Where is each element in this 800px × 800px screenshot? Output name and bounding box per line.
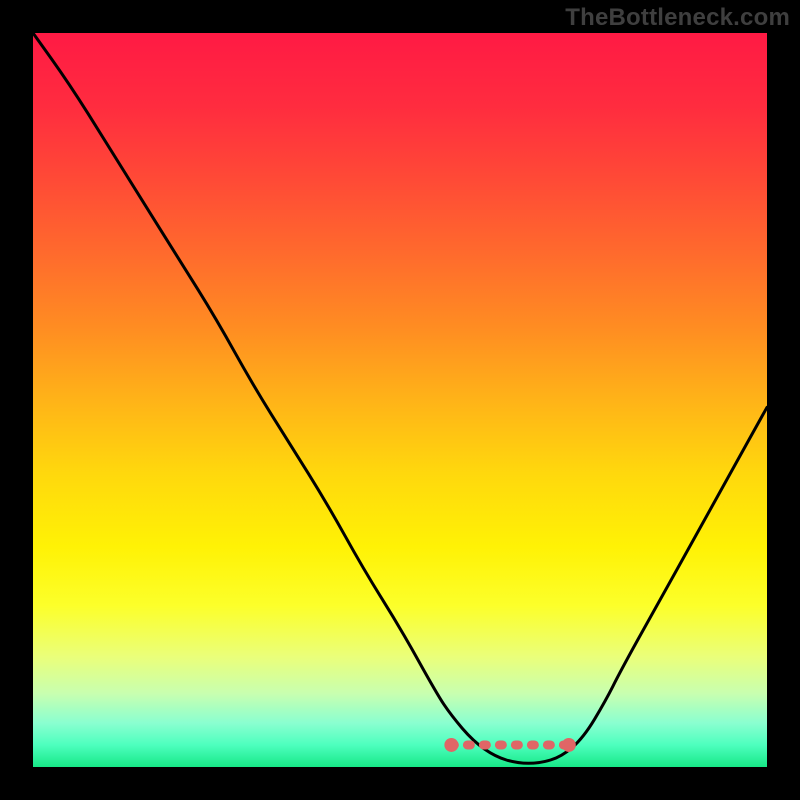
optimum-band-start-dot bbox=[444, 738, 458, 752]
chart-frame: TheBottleneck.com bbox=[0, 0, 800, 800]
plot-background bbox=[33, 33, 767, 767]
optimum-band-end-dot bbox=[562, 738, 576, 752]
bottleneck-chart bbox=[0, 0, 800, 800]
watermark-text: TheBottleneck.com bbox=[565, 4, 790, 32]
